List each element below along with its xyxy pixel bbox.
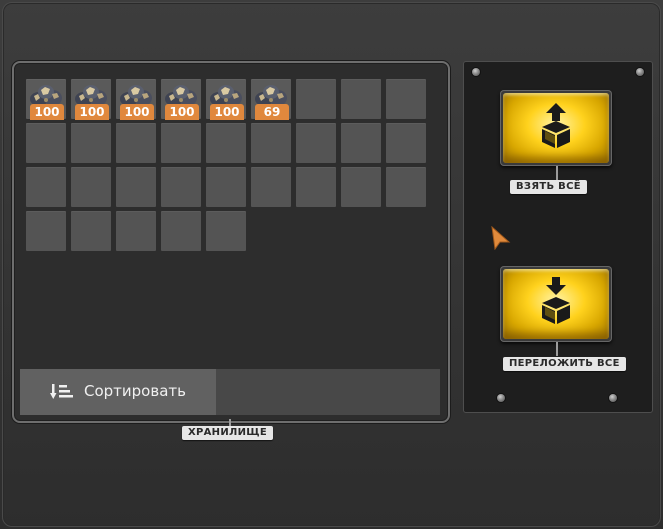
inventory-slot[interactable] [206,167,246,207]
storage-panel: 100 100 100 100 100 69 Сортировать [12,61,450,423]
screw-icon [609,394,617,402]
inventory-slot[interactable] [161,123,201,163]
screw-icon [636,68,644,76]
inventory-slot[interactable] [116,123,156,163]
sort-button-label: Сортировать [84,382,186,400]
box-arrow-up-icon [542,103,570,148]
box-arrow-down-icon [542,277,570,324]
item-count-badge: 69 [255,104,289,120]
inventory-slot[interactable] [386,123,426,163]
inventory-slot[interactable] [296,167,336,207]
move-all-stem [556,342,558,356]
inventory-slot[interactable] [251,167,291,207]
item-count-badge: 100 [120,104,154,120]
inventory-slot[interactable] [71,167,111,207]
inventory-slot[interactable] [71,123,111,163]
inventory-slot[interactable] [386,79,426,119]
inventory-slot[interactable] [386,167,426,207]
inventory-slot[interactable] [341,79,381,119]
item-count-badge: 100 [75,104,109,120]
take-all-stem [556,166,558,180]
inventory-slot[interactable] [26,167,66,207]
inventory-slot[interactable] [341,123,381,163]
item-count-badge: 100 [210,104,244,120]
item-count-badge: 100 [30,104,64,120]
screw-icon [497,394,505,402]
storage-label: ХРАНИЛИЩЕ [182,426,273,440]
inventory-slot[interactable] [71,211,111,251]
inventory-slot[interactable] [251,123,291,163]
take-all-label: ВЗЯТЬ ВСЁ [510,180,587,194]
inventory-slot[interactable] [161,167,201,207]
inventory-slot[interactable] [116,211,156,251]
inventory-slot[interactable]: 100 [206,79,246,120]
inventory-slot[interactable] [206,211,246,251]
move-all-button[interactable] [500,266,612,342]
inventory-grid: 100 100 100 100 100 69 [26,79,428,251]
screw-icon [472,68,480,76]
inventory-slot[interactable]: 100 [26,79,66,120]
inventory-slot[interactable] [116,167,156,207]
take-all-button[interactable] [500,90,612,166]
inventory-slot[interactable]: 100 [71,79,111,120]
inventory-slot[interactable]: 100 [116,79,156,120]
cursor-icon [491,226,511,250]
item-count-badge: 100 [165,104,199,120]
inventory-slot[interactable] [26,211,66,251]
inventory-slot[interactable] [296,123,336,163]
sort-button[interactable]: Сортировать [20,369,216,415]
inventory-slot[interactable] [296,79,336,119]
inventory-slot[interactable] [26,123,66,163]
inventory-slot[interactable]: 69 [251,79,291,120]
inventory-slot[interactable] [161,211,201,251]
inventory-slot[interactable]: 100 [161,79,201,120]
inventory-slot[interactable] [341,167,381,207]
move-all-label: ПЕРЕЛОЖИТЬ ВСЕ [503,357,626,371]
inventory-slot[interactable] [206,123,246,163]
sort-descending-icon [50,384,73,399]
sort-bar: Сортировать [20,369,440,415]
